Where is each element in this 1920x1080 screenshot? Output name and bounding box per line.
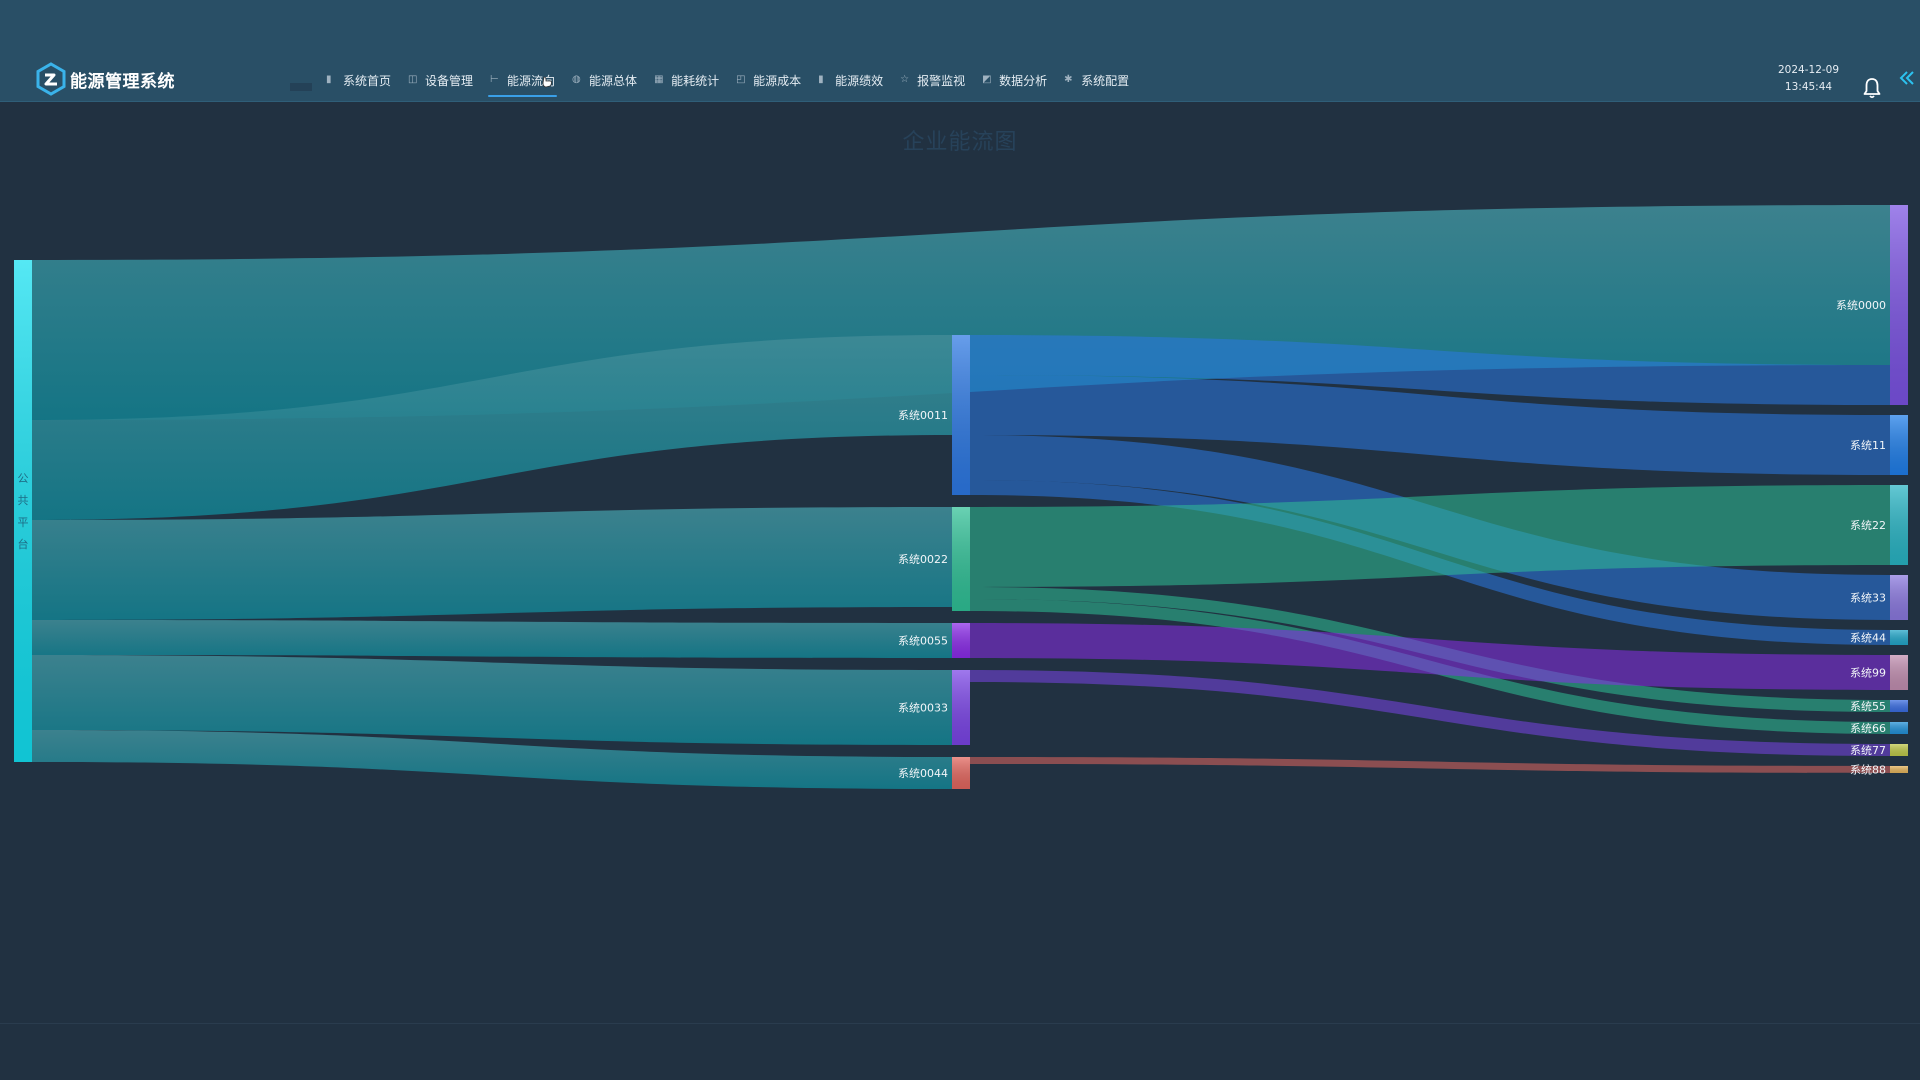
sankey-node-label: 系统22: [1850, 519, 1886, 532]
sankey-node-label: 系统11: [1850, 439, 1886, 452]
sankey-node-label: 系统77: [1850, 744, 1886, 757]
sankey-node-shade: [1890, 575, 1908, 620]
sankey-node-label: 系统0000: [1836, 299, 1886, 312]
sankey-node-shade: [1890, 630, 1908, 645]
sankey-node-label: 系统99: [1850, 667, 1886, 680]
sankey-node-label: 系统33: [1850, 592, 1886, 605]
sankey-node-shade: [1890, 205, 1908, 405]
sankey-node-label: 系统0022: [898, 553, 948, 566]
sankey-node-label: 系统0055: [898, 635, 948, 648]
sankey-node-shade: [14, 260, 32, 762]
sankey-node-label: 系统55: [1850, 700, 1886, 713]
sankey-node-shade: [1890, 415, 1908, 475]
sankey-node-shade: [1890, 722, 1908, 734]
sankey-node-shade: [1890, 744, 1908, 756]
sankey-node-shade: [952, 670, 970, 745]
sankey-node-shade: [1890, 655, 1908, 690]
sankey-node-label: 系统44: [1850, 632, 1886, 645]
sankey-node-label: 系统0033: [898, 702, 948, 715]
footer-divider: [0, 1023, 1920, 1024]
energy-flow-sankey: 公共平台系统0011系统0022系统0055系统0033系统0044系统0000…: [14, 205, 1908, 789]
sankey-node-shade: [952, 507, 970, 611]
sankey-node-shade: [952, 757, 970, 789]
sankey-node-label: 系统0011: [898, 409, 948, 422]
sankey-node-shade: [952, 623, 970, 658]
sankey-node-label: 系统0044: [898, 767, 948, 780]
sankey-node-label: 系统88: [1850, 764, 1886, 777]
sankey-node-label: 系统66: [1850, 722, 1886, 735]
sankey-node-shade: [1890, 485, 1908, 565]
sankey-link[interactable]: [970, 757, 1890, 773]
sankey-node-shade: [1890, 766, 1908, 773]
sankey-node-shade: [952, 335, 970, 495]
sankey-node-shade: [1890, 700, 1908, 712]
sankey-link[interactable]: [32, 507, 952, 620]
sankey-link[interactable]: [32, 620, 952, 658]
